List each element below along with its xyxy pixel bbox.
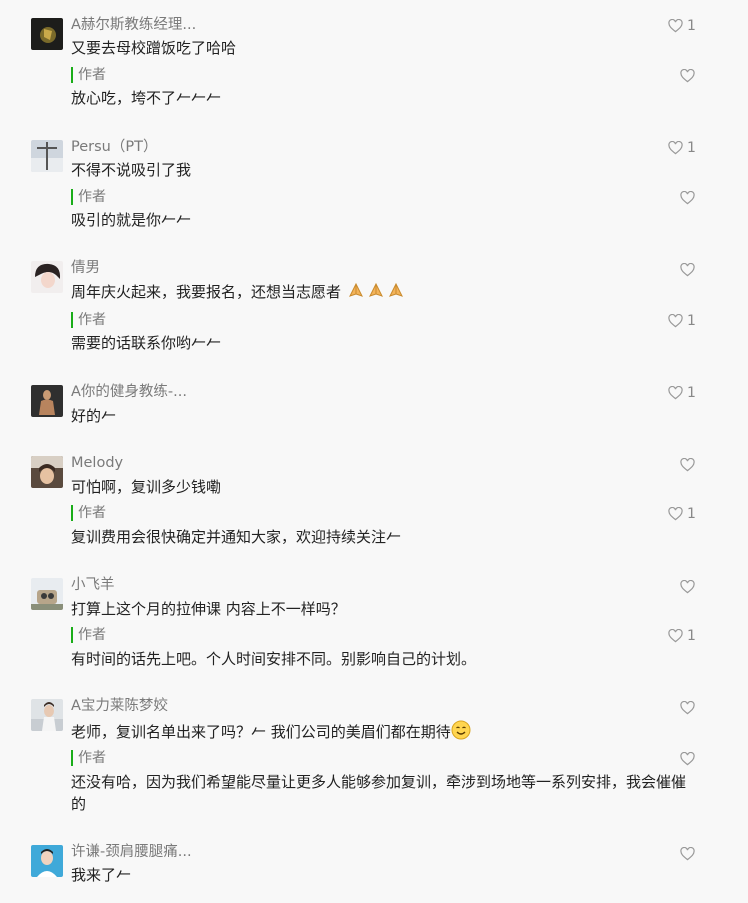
heart-outline-icon <box>668 314 683 328</box>
like-button[interactable]: 1 <box>668 312 696 330</box>
like-button[interactable] <box>680 189 695 207</box>
heart-outline-icon <box>680 847 695 861</box>
like-count: 1 <box>687 140 696 156</box>
avatar[interactable] <box>31 456 63 488</box>
author-reply-tag: 作者 <box>71 67 106 83</box>
author-reply-content: 有时间的话先上吧。个人时间安排不同。别影响自己的计划。 <box>71 650 477 668</box>
heart-outline-icon <box>668 19 683 33</box>
heart-outline-icon <box>680 580 695 594</box>
heart-outline-icon <box>680 701 695 715</box>
author-reply-content: 吸引的就是你𠂉𠂉 <box>71 211 192 229</box>
heart-outline-icon <box>668 386 683 400</box>
pray-hands-icon <box>346 282 366 305</box>
comment-nickname[interactable]: Melody <box>71 454 123 472</box>
like-button[interactable] <box>680 750 695 768</box>
like-button[interactable]: 1 <box>668 17 696 35</box>
like-button[interactable]: 1 <box>668 627 696 645</box>
heart-outline-icon <box>680 69 695 83</box>
author-reply-content: 还没有哈，因为我们希望能尽量让更多人能够参加复训，牵涉到场地等一系列安排，我会催… <box>71 773 687 813</box>
comment-nickname[interactable]: 小飞羊 <box>71 576 115 594</box>
avatar[interactable] <box>31 18 63 50</box>
avatar[interactable] <box>31 261 63 293</box>
comment-nickname[interactable]: A赫尔斯教练经理... <box>71 16 196 34</box>
heart-outline-icon <box>680 263 695 277</box>
pray-hands-icon <box>366 282 386 305</box>
author-reply-content: 放心吃，垮不了𠂉𠂉𠂉 <box>71 89 222 107</box>
avatar[interactable] <box>31 578 63 610</box>
comment-nickname[interactable]: 许谦-颈肩腰腿痛... <box>71 843 192 861</box>
like-button[interactable] <box>680 699 695 717</box>
comment-content: 又要去母校蹭饭吃了哈哈 <box>71 39 237 57</box>
heart-outline-icon <box>668 629 683 643</box>
author-reply-tag: 作者 <box>71 312 106 328</box>
heart-outline-icon <box>668 507 683 521</box>
heart-outline-icon <box>668 141 683 155</box>
comment-nickname[interactable]: A你的健身教练-... <box>71 383 187 401</box>
author-reply-content: 需要的话联系你哟𠂉𠂉 <box>71 334 222 352</box>
like-count: 1 <box>687 628 696 644</box>
avatar[interactable] <box>31 845 63 877</box>
like-button[interactable]: 1 <box>668 139 696 157</box>
author-reply-tag: 作者 <box>71 189 106 205</box>
like-count: 1 <box>687 18 696 34</box>
heart-outline-icon <box>680 752 695 766</box>
author-reply-tag: 作者 <box>71 505 106 521</box>
comment-nickname[interactable]: Persu（PT） <box>71 138 157 156</box>
comment-nickname[interactable]: A宝力莱陈梦姣 <box>71 697 168 715</box>
comment-content: 周年庆火起来，我要报名，还想当志愿者 <box>71 283 342 301</box>
like-button[interactable] <box>680 261 695 279</box>
heart-outline-icon <box>680 191 695 205</box>
like-count: 1 <box>687 506 696 522</box>
like-button[interactable] <box>680 67 695 85</box>
heart-outline-icon <box>680 458 695 472</box>
like-button[interactable]: 1 <box>668 505 696 523</box>
comment-content: 不得不说吸引了我 <box>71 161 192 179</box>
like-button[interactable]: 1 <box>668 384 696 402</box>
comment-nickname[interactable]: 倩男 <box>71 259 100 277</box>
pray-hands-icon <box>386 282 406 305</box>
comment-content: 打算上这个月的拉伸课 内容上不一样吗？ <box>71 600 346 618</box>
comment-content: 可怕啊，复训多少钱嘞 <box>71 478 222 496</box>
avatar[interactable] <box>31 699 63 731</box>
like-button[interactable] <box>680 456 695 474</box>
avatar[interactable] <box>31 385 63 417</box>
author-reply-tag: 作者 <box>71 750 106 766</box>
like-button[interactable] <box>680 578 695 596</box>
author-reply-tag: 作者 <box>71 627 106 643</box>
comment-content: 好的𠂉 <box>71 407 117 425</box>
like-count: 1 <box>687 313 696 329</box>
like-count: 1 <box>687 385 696 401</box>
comment-content: 我来了𠂉 <box>71 866 132 884</box>
author-reply-content: 复训费用会很快确定并通知大家，欢迎持续关注𠂉 <box>71 528 402 546</box>
comment-content-line: 老师，复训名单出来了吗？𠂉 我们公司的美眉们都在期待 <box>71 720 471 745</box>
comment-content: 老师，复训名单出来了吗？𠂉 我们公司的美眉们都在期待 <box>71 723 451 741</box>
avatar[interactable] <box>31 140 63 172</box>
smile-icon <box>451 720 471 745</box>
like-button[interactable] <box>680 845 695 863</box>
comment-content-line: 周年庆火起来，我要报名，还想当志愿者 <box>71 282 406 305</box>
